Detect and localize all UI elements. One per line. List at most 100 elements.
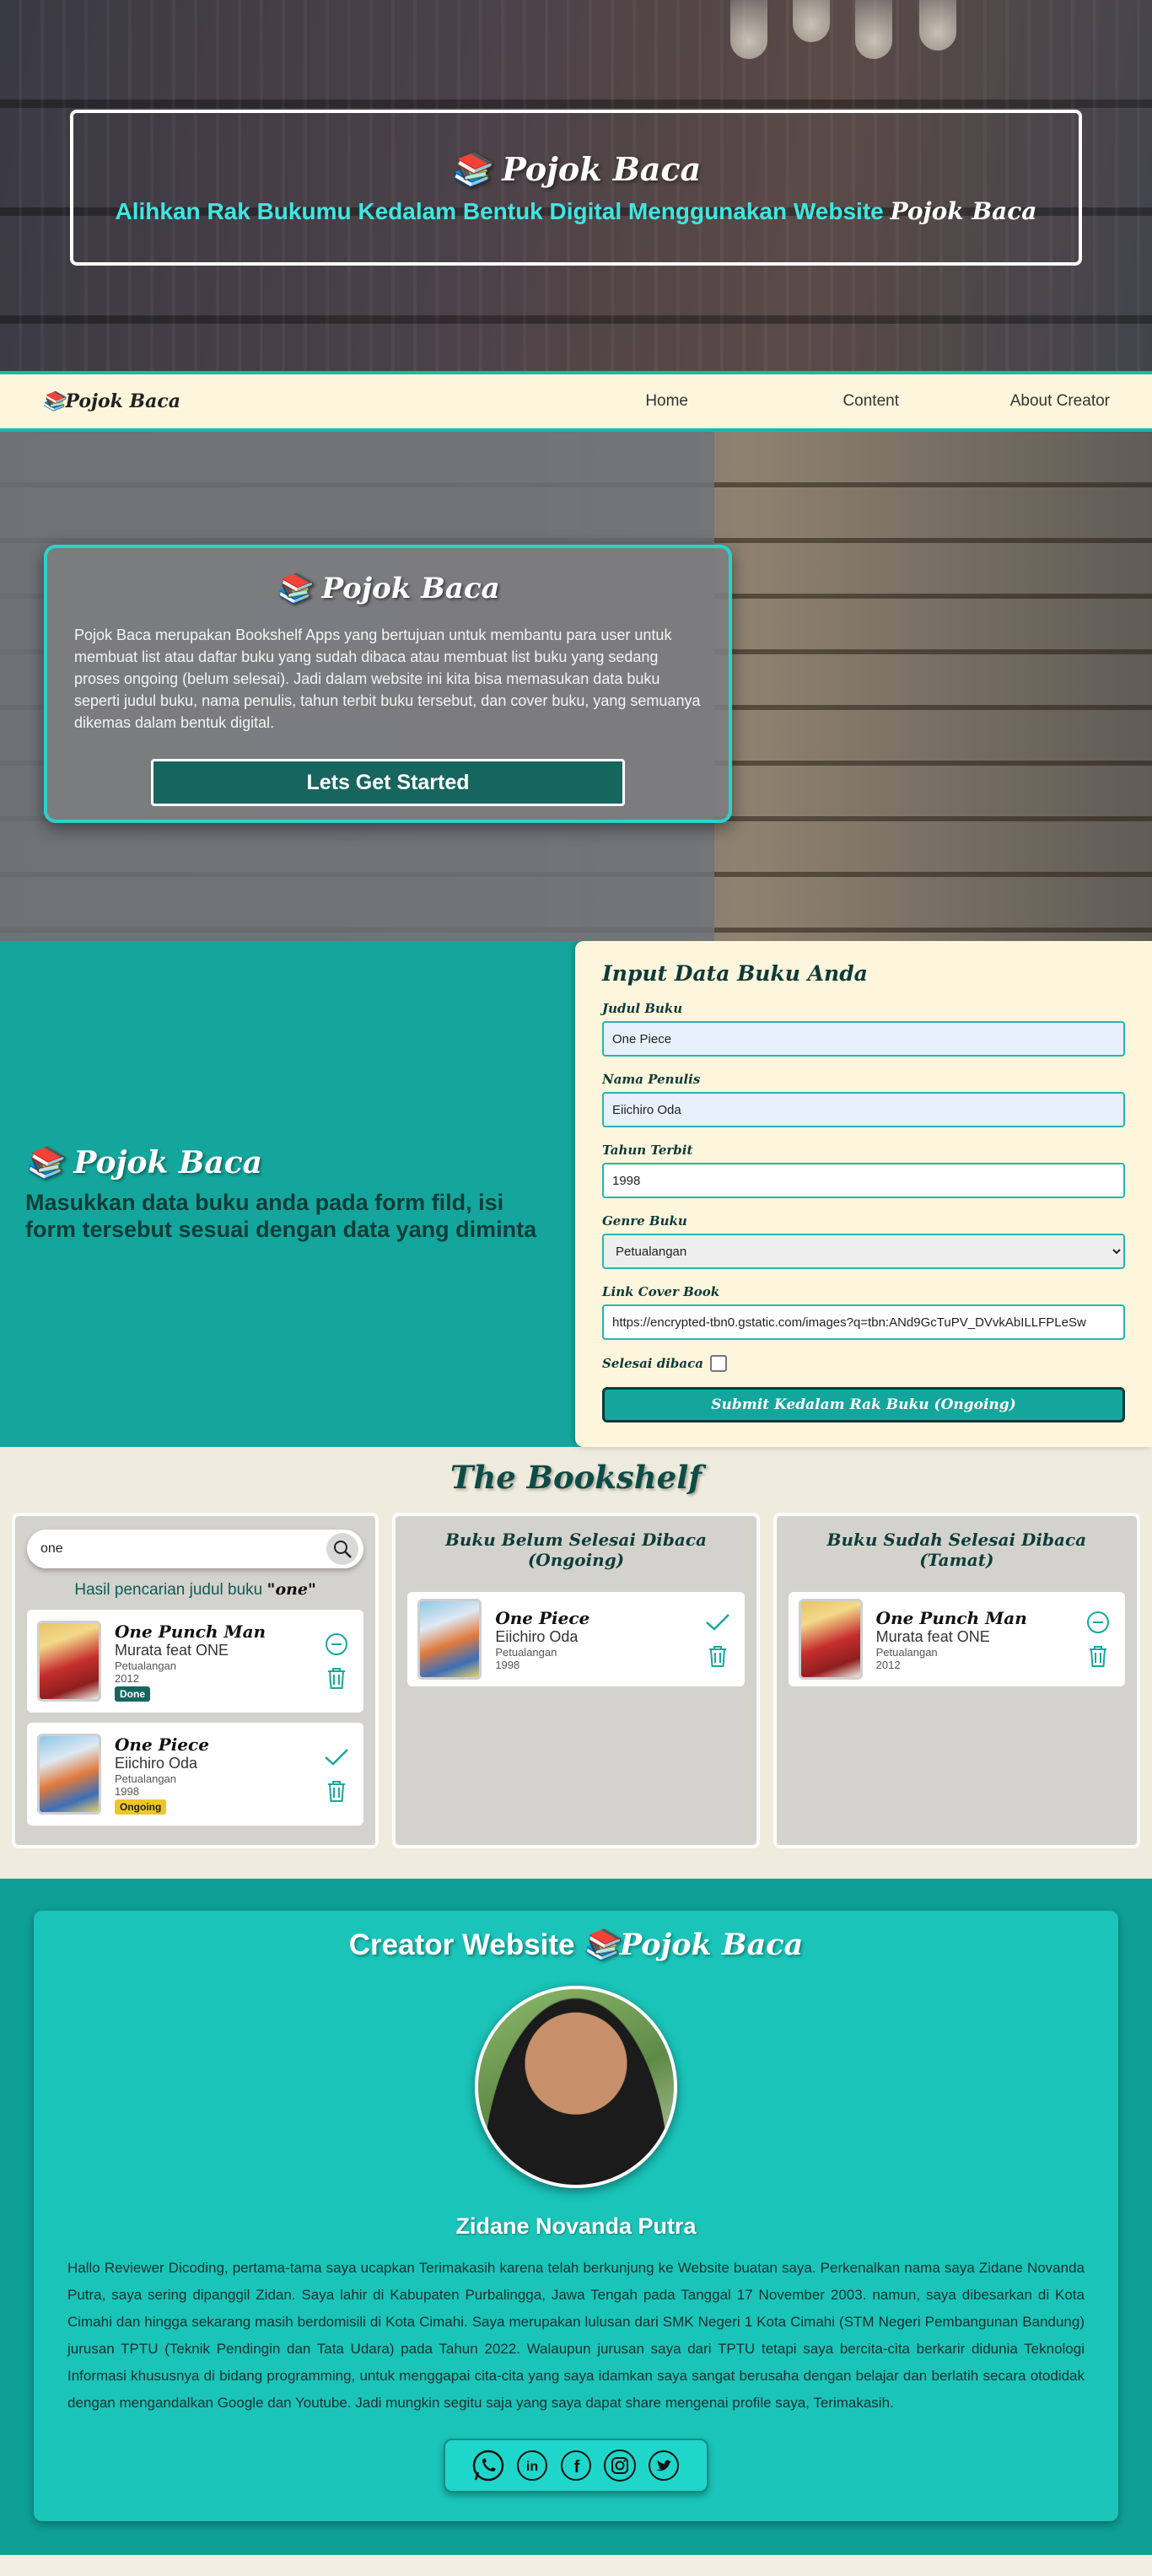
book-cover-image <box>37 1734 101 1815</box>
search-column: one Hasil pencarian judul buku "one" One… <box>12 1513 380 1848</box>
input-description: Masukkan data buku anda pada form fild, … <box>25 1190 537 1242</box>
book-cover-image <box>417 1599 482 1680</box>
lamp-decoration <box>793 0 830 42</box>
input-brand: 📚 Pojok Baca <box>25 1145 262 1180</box>
trash-icon <box>1089 1646 1106 1667</box>
nav-links: Home Content About Creator <box>477 392 1110 411</box>
hero-subtitle-text: Alihkan Rak Bukumu Kedalam Bentuk Digita… <box>115 198 884 224</box>
book-card: One Piece Eiichiro Oda Petualangan 1998 <box>407 1592 745 1686</box>
result-query: "one" <box>266 1580 316 1599</box>
book-form: Input Data Buku Anda Judul Buku Nama Pen… <box>575 941 1152 1447</box>
intro-section: 📚 Pojok Baca Pojok Baca merupakan Booksh… <box>0 432 1152 941</box>
book-year: 1998 <box>115 1784 139 1798</box>
form-title: Input Data Buku Anda <box>602 961 868 986</box>
creator-section: Creator Website 📚Pojok Baca Zidane Novan… <box>0 1879 1152 2555</box>
result-prefix: Hasil pencarian judul buku <box>74 1581 263 1599</box>
hero-banner: 📚 Pojok Baca Alihkan Rak Bukumu Kedalam … <box>0 0 1152 371</box>
check-icon <box>705 1614 729 1631</box>
undo-button[interactable] <box>1085 1610 1111 1635</box>
search-input[interactable]: one <box>27 1530 364 1568</box>
svg-text:f: f <box>574 2458 580 2477</box>
nav-link-home[interactable]: Home <box>477 392 688 411</box>
mark-done-button[interactable] <box>324 1745 349 1770</box>
book-actions <box>1081 1610 1115 1669</box>
get-started-button[interactable]: Lets Get Started <box>151 759 625 806</box>
mark-done-button[interactable] <box>705 1610 730 1635</box>
book-info: One Piece Eiichiro Oda Petualangan 1998 <box>495 1608 700 1671</box>
undo-button[interactable] <box>324 1632 349 1657</box>
book-title: One Piece <box>115 1734 209 1755</box>
status-badge: Ongoing <box>115 1799 167 1815</box>
submit-button[interactable]: Submit Kedalam Rak Buku (Ongoing) <box>602 1387 1125 1422</box>
delete-button[interactable] <box>324 1665 349 1691</box>
book-info: One Punch Man Murata feat ONE Petualanga… <box>876 1608 1081 1671</box>
avatar <box>475 1986 677 2188</box>
book-author: Eiichiro Oda <box>115 1754 198 1772</box>
twitter-icon <box>649 2450 679 2481</box>
book-card: One Piece Eiichiro Oda Petualangan 1998 … <box>27 1723 364 1826</box>
creator-title-brand: 📚Pojok Baca <box>583 1928 804 1962</box>
book-actions <box>701 1610 735 1669</box>
book-year: 2012 <box>115 1671 139 1685</box>
ongoing-title: Buku Belum Selesai Dibaca (Ongoing) <box>444 1530 707 1570</box>
social-links: in f <box>444 2439 708 2493</box>
instagram-icon <box>604 2450 636 2482</box>
book-year-field[interactable] <box>602 1163 1125 1198</box>
linkedin-icon: in <box>517 2450 547 2481</box>
book-author: Murata feat ONE <box>875 1627 990 1645</box>
intro-card: 📚 Pojok Baca Pojok Baca merupakan Booksh… <box>44 545 732 823</box>
book-author: Eiichiro Oda <box>495 1627 579 1645</box>
done-column: Buku Sudah Selesai Dibaca (Tamat) One Pu… <box>772 1513 1140 1848</box>
delete-button[interactable] <box>1085 1643 1111 1669</box>
minus-circle-icon <box>326 1633 348 1655</box>
title-label: Judul Buku <box>602 1001 683 1016</box>
book-year: 2012 <box>875 1658 901 1671</box>
genre-label: Genre Buku <box>602 1213 687 1229</box>
check-icon <box>325 1749 349 1766</box>
book-card: One Punch Man Murata feat ONE Petualanga… <box>788 1592 1125 1686</box>
hero-title-box: 📚 Pojok Baca Alihkan Rak Bukumu Kedalam … <box>70 110 1082 266</box>
whatsapp-link[interactable] <box>470 2447 507 2484</box>
lamp-decoration <box>855 0 892 59</box>
bookshelf-title: The Bookshelf <box>449 1459 703 1496</box>
book-actions <box>320 1632 353 1691</box>
done-row: Selesai dibaca <box>602 1355 1125 1372</box>
book-title: One Piece <box>495 1607 590 1628</box>
done-label: Selesai dibaca <box>602 1356 703 1371</box>
twitter-link[interactable] <box>645 2447 682 2484</box>
search-button[interactable] <box>326 1533 359 1565</box>
hero-title: 📚 Pojok Baca <box>450 150 702 188</box>
delete-button[interactable] <box>324 1778 349 1804</box>
delete-button[interactable] <box>705 1643 730 1669</box>
nav-logo[interactable]: 📚Pojok Baca <box>42 390 180 412</box>
book-title: One Punch Man <box>875 1607 1027 1628</box>
input-section: 📚 Pojok Baca Masukkan data buku anda pad… <box>0 941 1152 1447</box>
creator-title: Creator Website 📚Pojok Baca <box>67 1928 1085 1962</box>
done-checkbox[interactable] <box>709 1355 727 1372</box>
book-title-field[interactable] <box>602 1021 1125 1057</box>
nav-link-about[interactable]: About Creator <box>899 392 1110 411</box>
cover-link-field[interactable] <box>602 1304 1125 1340</box>
book-card: One Punch Man Murata feat ONE Petualanga… <box>27 1610 364 1713</box>
nav-link-content[interactable]: Content <box>688 392 899 411</box>
book-info: One Punch Man Murata feat ONE Petualanga… <box>115 1621 320 1702</box>
bookshelf-section: The Bookshelf one Hasil pencarian judul … <box>0 1447 1152 1879</box>
creator-name: Zidane Novanda Putra <box>455 2213 697 2239</box>
book-year: 1998 <box>495 1658 520 1671</box>
input-intro: 📚 Pojok Baca Masukkan data buku anda pad… <box>0 941 575 1447</box>
lamp-decoration <box>730 0 767 59</box>
year-label: Tahun Terbit <box>602 1143 693 1158</box>
navbar: 📚Pojok Baca Home Content About Creator <box>0 371 1152 432</box>
facebook-link[interactable]: f <box>557 2447 595 2484</box>
book-title: One Punch Man <box>115 1621 266 1642</box>
creator-bio: Hallo Reviewer Dicoding, pertama-tama sa… <box>67 2260 1085 2411</box>
intro-title: 📚 Pojok Baca <box>276 572 500 605</box>
ongoing-column: Buku Belum Selesai Dibaca (Ongoing) One … <box>392 1513 760 1848</box>
svg-text:in: in <box>526 2460 538 2474</box>
lamp-decoration <box>919 0 956 51</box>
instagram-link[interactable] <box>601 2447 638 2484</box>
genre-select[interactable]: Petualangan <box>602 1234 1125 1269</box>
linkedin-link[interactable]: in <box>514 2447 551 2484</box>
book-author-field[interactable] <box>602 1092 1125 1127</box>
book-author: Murata feat ONE <box>115 1641 229 1659</box>
